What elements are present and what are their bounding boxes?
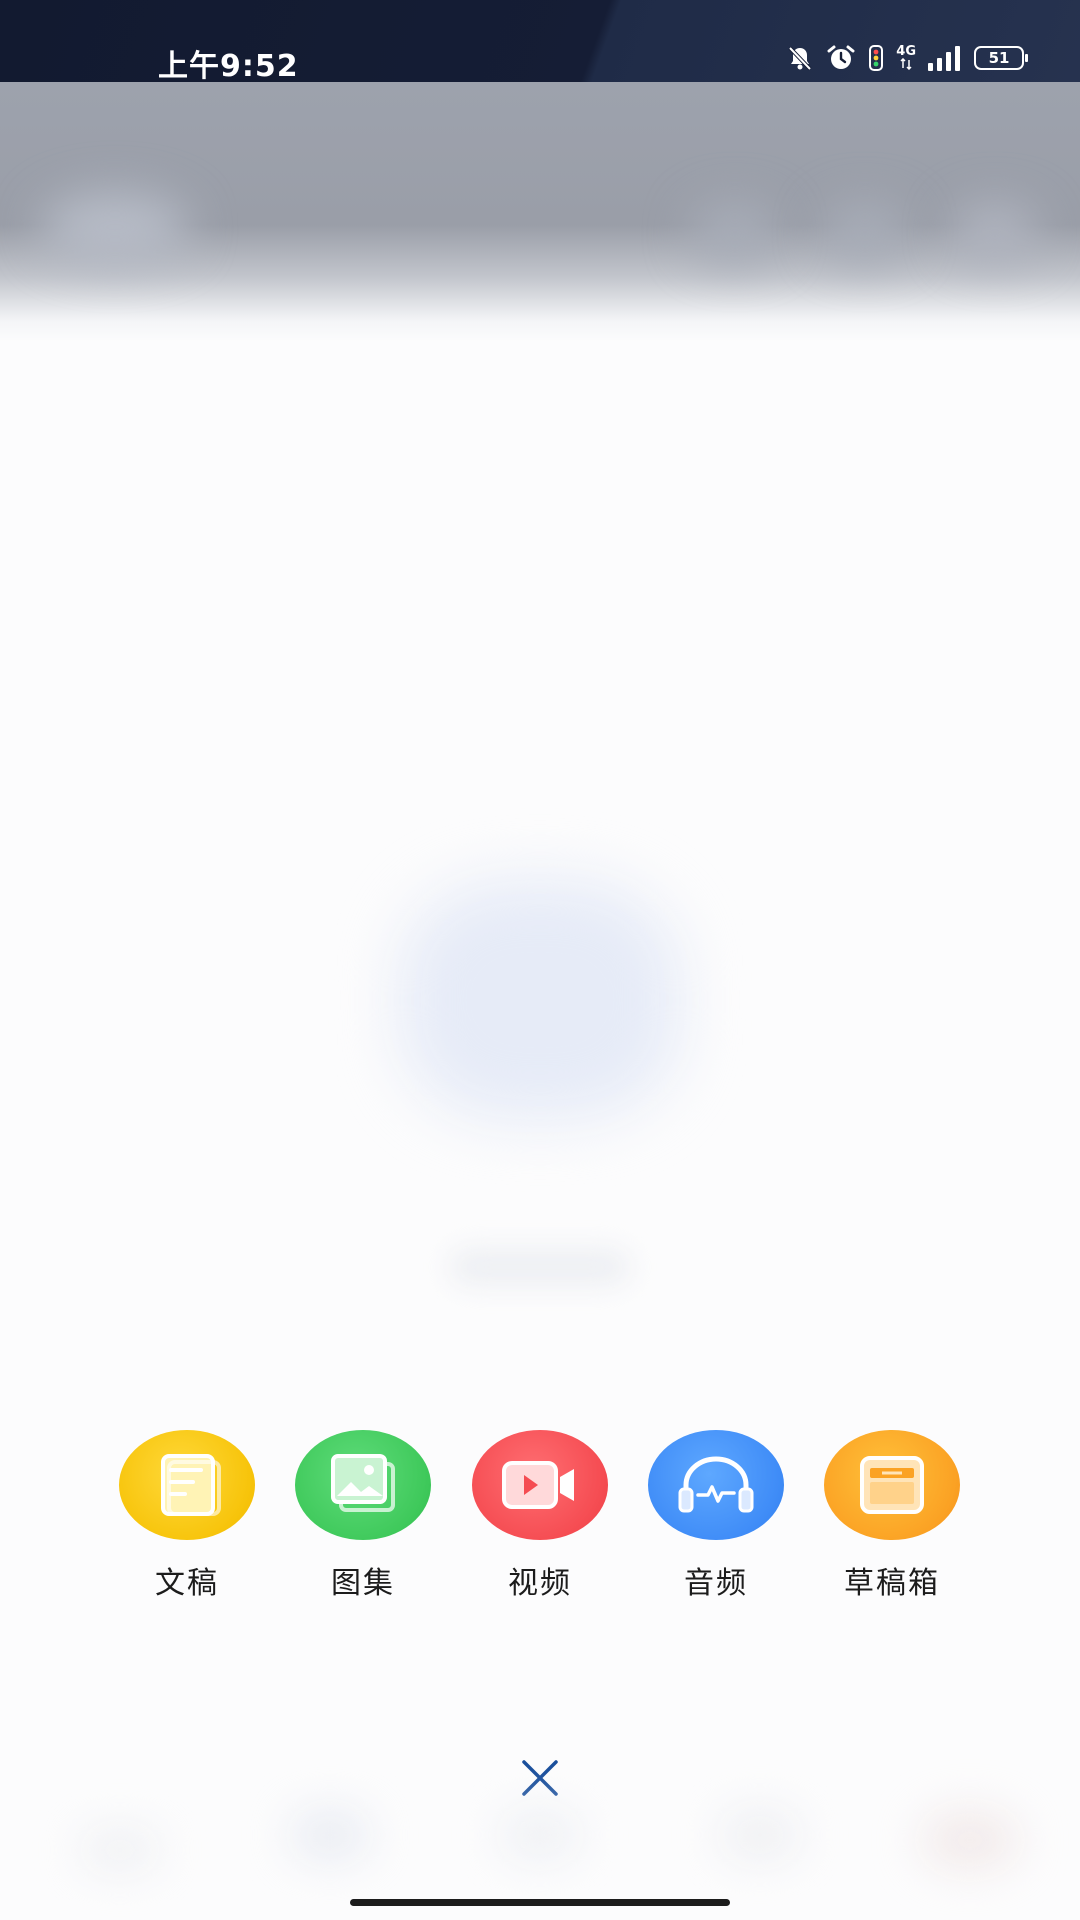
action-label: 音频 <box>684 1566 748 1601</box>
action-label: 草稿箱 <box>844 1566 940 1601</box>
blurred-blob <box>950 202 1040 262</box>
headphones-icon <box>678 1456 754 1513</box>
action-video[interactable]: 视频 <box>465 1430 615 1602</box>
action-label: 图集 <box>331 1566 395 1601</box>
publish-action-menu: 文稿 图集 视频 音频 草稿箱 <box>0 1430 1080 1610</box>
blurred-blob <box>820 202 910 262</box>
video-bubble <box>472 1430 608 1540</box>
action-audio[interactable]: 音频 <box>641 1430 791 1602</box>
blurred-blob <box>720 1810 800 1860</box>
battery-indicator: 51 <box>974 46 1028 70</box>
gallery-icon <box>331 1454 395 1512</box>
signal-icon <box>928 45 962 71</box>
blurred-bottom-nav <box>0 1780 1080 1890</box>
alarm-icon <box>826 44 856 72</box>
blurred-blob <box>40 192 190 262</box>
blurred-blob <box>920 1810 1020 1870</box>
traffic-light-icon <box>868 45 884 71</box>
status-bar: 上午9:52 4G 51 <box>0 0 1080 84</box>
data-arrows-icon <box>900 58 912 70</box>
action-label: 文稿 <box>155 1566 219 1601</box>
action-label: 视频 <box>508 1566 572 1601</box>
action-gallery[interactable]: 图集 <box>288 1430 438 1602</box>
blurred-blob <box>290 1810 370 1860</box>
action-document[interactable]: 文稿 <box>112 1430 262 1602</box>
status-time: 上午9:52 <box>158 49 299 84</box>
video-camera-icon <box>502 1461 574 1509</box>
blurred-center-text <box>450 1250 630 1284</box>
document-icon <box>161 1454 221 1516</box>
document-bubble <box>119 1430 255 1540</box>
blurred-blob <box>500 1810 580 1860</box>
mute-bell-icon <box>786 44 814 72</box>
gallery-bubble <box>295 1430 431 1540</box>
draft-box-bubble <box>824 1430 960 1540</box>
draft-box-icon <box>860 1456 924 1514</box>
blurred-blob <box>690 202 780 262</box>
battery-level: 51 <box>988 49 1010 67</box>
network-type: 4G <box>896 44 916 70</box>
status-icons: 4G 51 <box>786 44 1028 72</box>
action-draft-box[interactable]: 草稿箱 <box>817 1430 967 1602</box>
blurred-blob <box>80 1830 160 1870</box>
home-indicator[interactable] <box>350 1899 730 1906</box>
blurred-header-background <box>0 82 1080 342</box>
blurred-center-illustration <box>400 880 680 1120</box>
audio-bubble <box>648 1430 784 1540</box>
network-label: 4G <box>896 44 916 59</box>
